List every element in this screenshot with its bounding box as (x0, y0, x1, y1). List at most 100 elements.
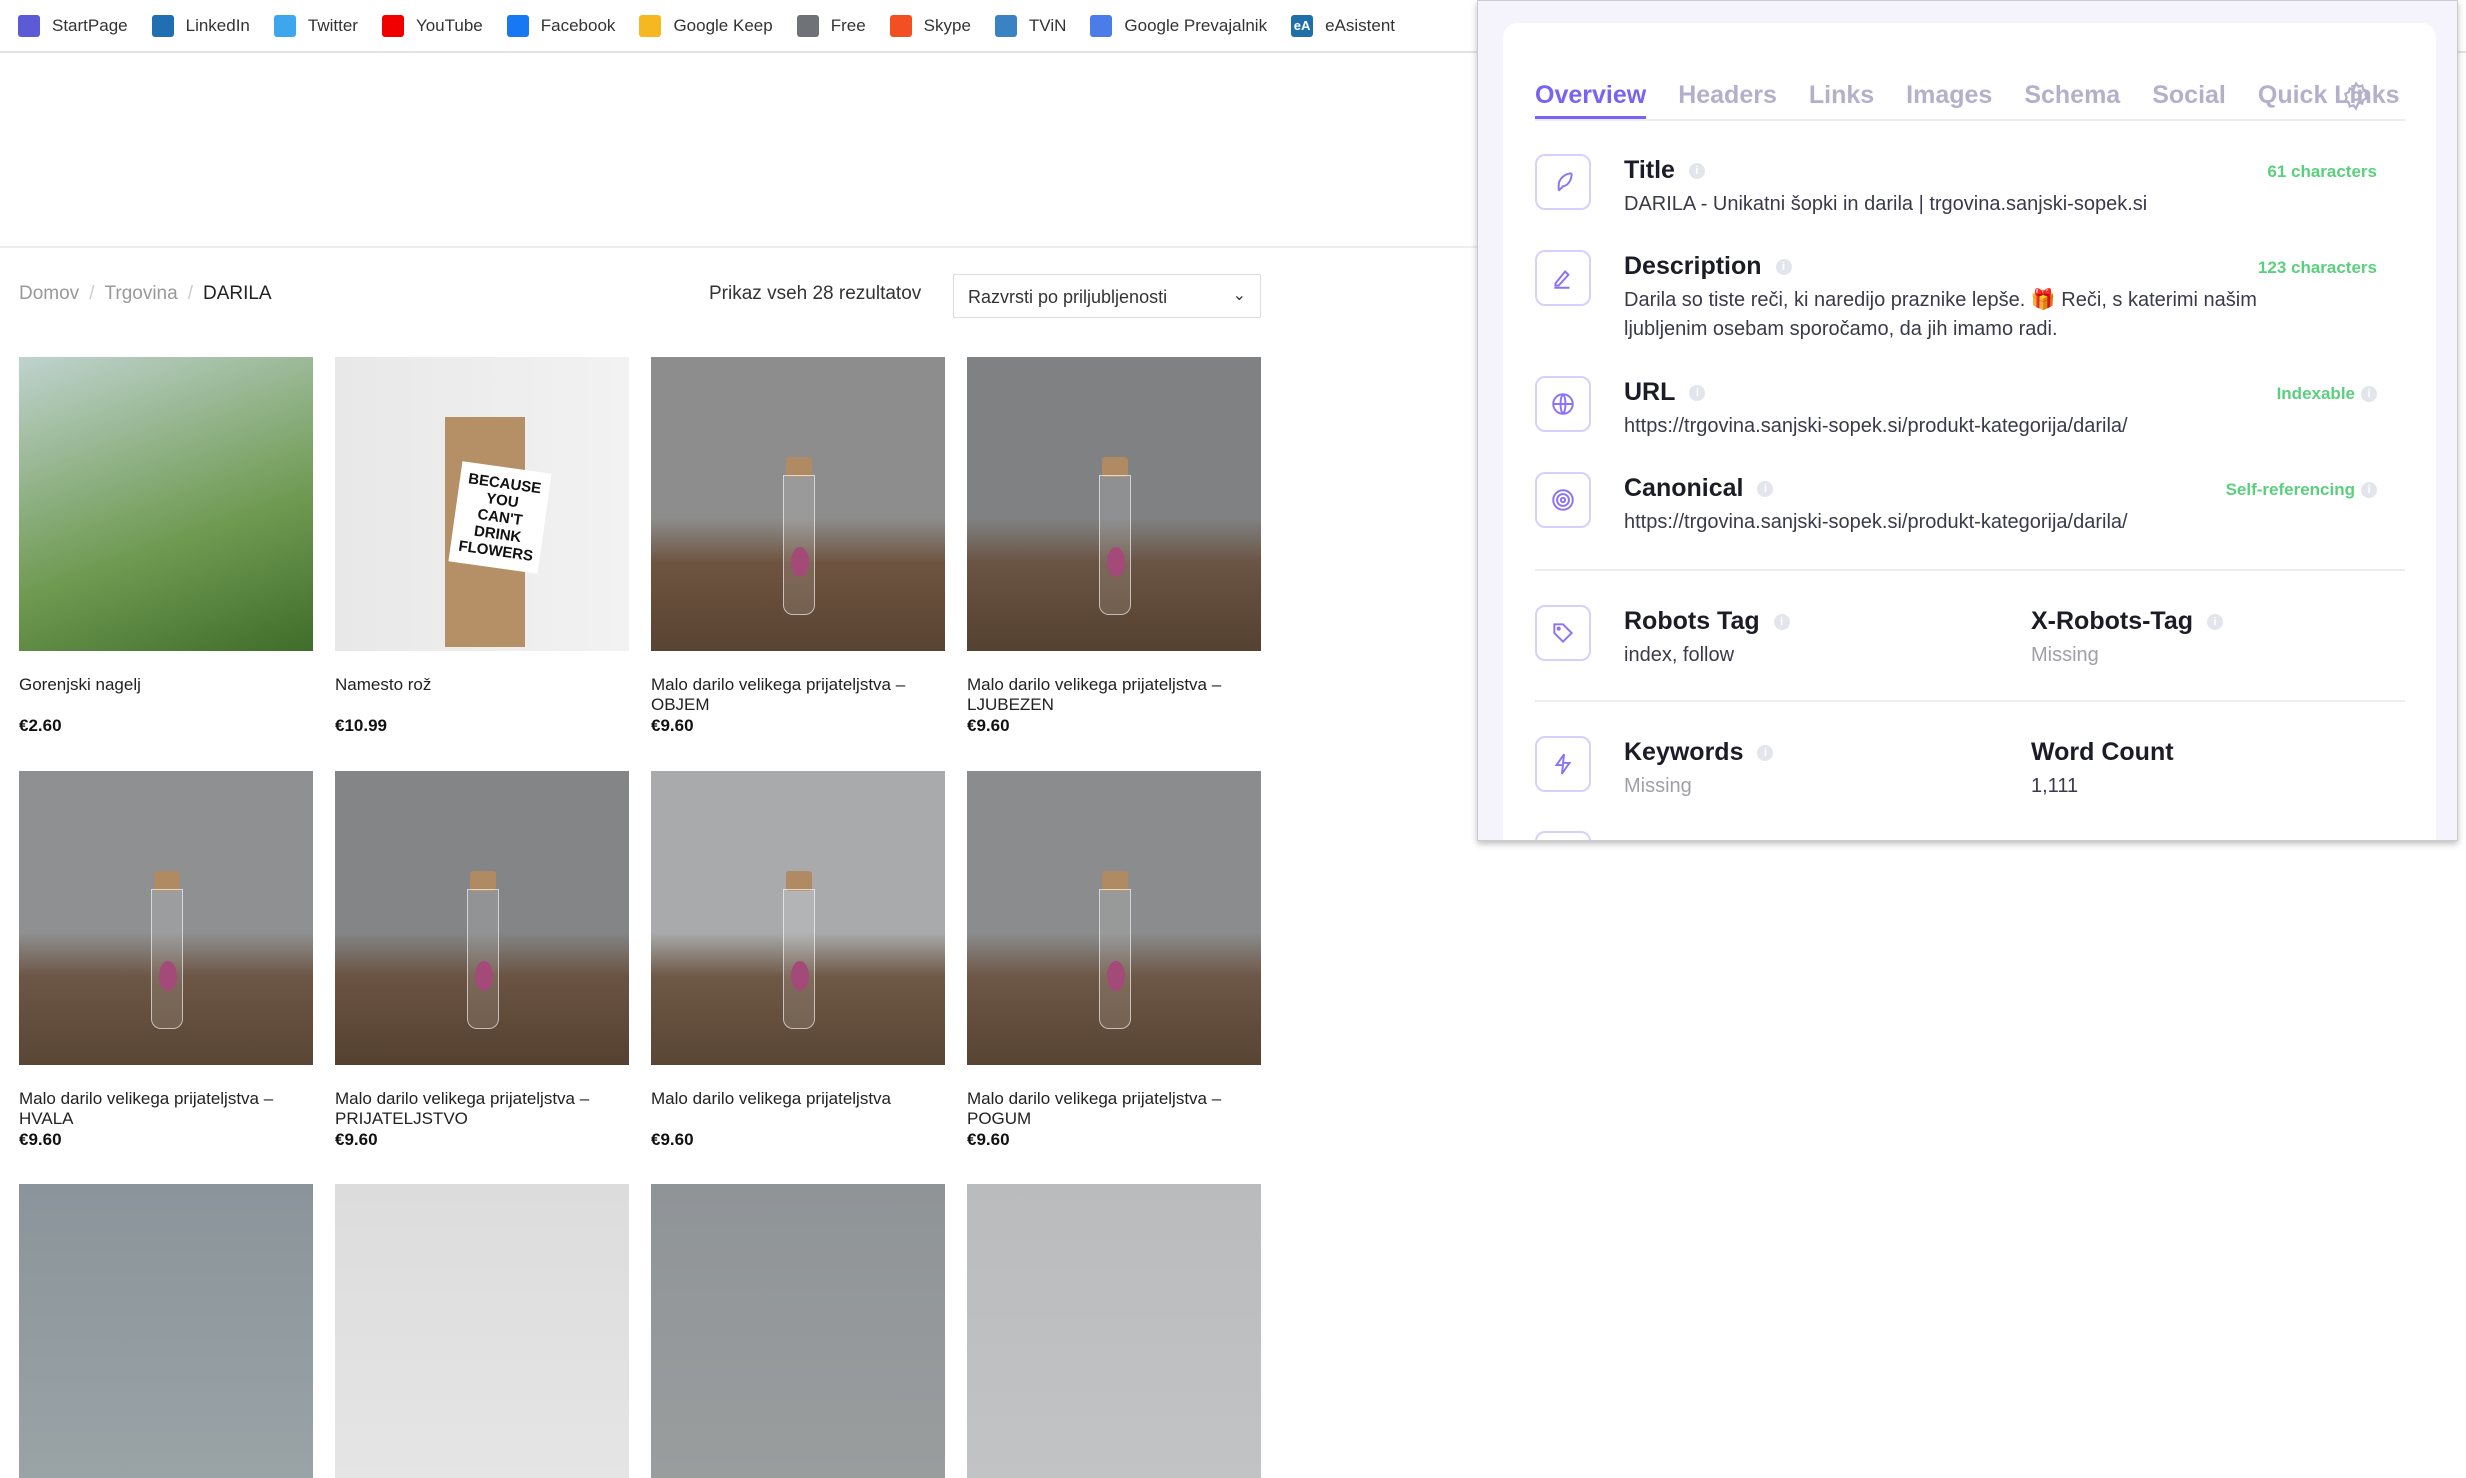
info-icon[interactable]: i (1773, 613, 1790, 630)
bookmark-label: LinkedIn (185, 15, 250, 35)
youtube-icon (381, 14, 404, 37)
tab-overview[interactable]: Overview (1535, 81, 1647, 119)
tab-images[interactable]: Images (1906, 81, 1992, 119)
product-card[interactable]: Malo darilo velikega prijateljstva – LJU… (967, 357, 1261, 736)
bookmark-free[interactable]: Free (796, 14, 866, 37)
bookmark-label: eAsistent (1325, 15, 1396, 35)
tag-icon (1535, 605, 1591, 661)
results-count: Prikaz vseh 28 rezultatov (709, 283, 922, 304)
bookmark-startpage[interactable]: StartPage (18, 14, 128, 37)
product-image[interactable]: BECAUSE YOU CAN'T DRINK FLOWERS (335, 357, 629, 651)
gear-icon[interactable] (2341, 81, 2371, 111)
word-count-value: 1,111 (2031, 775, 2079, 797)
product-card[interactable]: Malo darilo velikega prijateljstva – HVA… (19, 771, 313, 1150)
product-price: €2.60 (19, 716, 62, 735)
info-icon[interactable]: i (1689, 384, 1706, 401)
product-price: €9.60 (19, 1130, 62, 1149)
product-image-text: BECAUSE YOU CAN'T DRINK FLOWERS (448, 461, 552, 574)
folder-icon (796, 14, 819, 37)
description-label: Description (1624, 252, 1762, 280)
product-card[interactable]: BECAUSE YOU CAN'T DRINK FLOWERS Namesto r… (335, 357, 629, 736)
feather-icon (1535, 154, 1591, 210)
product-name[interactable]: Malo darilo velikega prijateljstva – LJU… (967, 675, 1261, 716)
product-image[interactable] (19, 357, 313, 651)
product-card[interactable]: Gorenjski nagelj €2.60 (19, 357, 313, 736)
bookmark-google-keep[interactable]: Google Keep (639, 14, 773, 37)
sort-select[interactable]: Razvrsti po priljubljenosti ⌄ (953, 274, 1261, 318)
product-name[interactable]: Malo darilo velikega prijateljstva – PRI… (335, 1089, 629, 1130)
bookmark-label: StartPage (52, 15, 128, 35)
twitter-icon (273, 14, 296, 37)
divider (0, 246, 1477, 248)
row-icon (1535, 831, 1591, 840)
tab-quick-links[interactable]: Quick Links (2258, 81, 2400, 119)
canonical-label: Canonical (1624, 474, 1744, 502)
tab-social[interactable]: Social (2152, 81, 2226, 119)
product-image[interactable] (967, 357, 1261, 651)
bookmark-label: Google Keep (673, 15, 773, 35)
title-label: Title (1624, 156, 1675, 184)
product-image[interactable] (335, 771, 629, 1065)
product-image[interactable] (651, 357, 945, 651)
product-name[interactable]: Malo darilo velikega prijateljstva – POG… (967, 1089, 1261, 1130)
bookmark-label: TViN (1028, 15, 1067, 35)
indexable-badge: Indexable (2276, 384, 2355, 403)
bookmark-label: Free (830, 15, 866, 35)
title-length-badge: 61 characters (2267, 162, 2377, 181)
product-name[interactable]: Namesto rož (335, 675, 629, 716)
product-card[interactable]: Malo darilo velikega prijateljstva – PRI… (335, 771, 629, 1150)
info-icon[interactable]: i (2207, 613, 2224, 630)
info-icon[interactable]: i (2361, 482, 2377, 498)
info-icon[interactable]: i (2361, 386, 2377, 402)
easistent-icon: eA (1291, 14, 1314, 37)
bookmark-youtube[interactable]: YouTube (381, 14, 483, 37)
bookmark-linkedin[interactable]: LinkedIn (151, 14, 250, 37)
product-price: €10.99 (335, 716, 387, 735)
info-icon[interactable]: i (1757, 744, 1774, 761)
x-robots-value: Missing (2031, 644, 2099, 666)
description-value: Darila so tiste reči, ki naredijo prazni… (1624, 289, 2257, 340)
title-value: DARILA - Unikatni šopki in darila | trgo… (1624, 193, 2148, 215)
product-image[interactable] (19, 771, 313, 1065)
tab-schema[interactable]: Schema (2024, 81, 2120, 119)
product-image[interactable] (967, 771, 1261, 1065)
product-name[interactable]: Malo darilo velikega prijateljstva (651, 1089, 945, 1130)
canonical-value: https://trgovina.sanjski-sopek.si/produk… (1624, 511, 2128, 533)
bookmark-facebook[interactable]: Facebook (506, 14, 615, 37)
bookmark-label: YouTube (415, 15, 483, 35)
info-icon[interactable]: i (1688, 162, 1705, 179)
bookmark-easistent[interactable]: eA eAsistent (1291, 14, 1396, 37)
product-name[interactable]: Malo darilo velikega prijateljstva – OBJ… (651, 675, 945, 716)
pencil-icon (1535, 250, 1591, 306)
product-card[interactable]: Malo darilo velikega prijateljstva – OBJ… (651, 357, 945, 736)
breadcrumb-shop[interactable]: Trgovina (104, 283, 177, 304)
url-value: https://trgovina.sanjski-sopek.si/produk… (1624, 415, 2128, 437)
url-label: URL (1624, 378, 1676, 406)
globe-icon (1535, 376, 1591, 432)
bookmark-google-prevajalnik[interactable]: Google Prevajalnik (1090, 14, 1267, 37)
product-price: €9.60 (651, 1130, 694, 1149)
tab-links[interactable]: Links (1809, 81, 1874, 119)
bookmark-tvin[interactable]: TViN (994, 14, 1067, 37)
x-robots-label: X-Robots-Tag (2031, 607, 2194, 635)
product-card[interactable]: Malo darilo velikega prijateljstva €9.60 (651, 771, 945, 1150)
chevron-down-icon: ⌄ (1232, 287, 1246, 304)
keywords-label: Keywords (1624, 738, 1744, 766)
product-name[interactable]: Gorenjski nagelj (19, 675, 313, 716)
breadcrumb-home[interactable]: Domov (19, 283, 79, 304)
info-icon[interactable]: i (1775, 258, 1792, 275)
microsoft-icon (889, 14, 912, 37)
bookmark-twitter[interactable]: Twitter (273, 14, 358, 37)
info-icon[interactable]: i (1757, 480, 1774, 497)
product-price: €9.60 (967, 1130, 1010, 1149)
product-image[interactable] (651, 771, 945, 1065)
sort-selected: Razvrsti po priljubljenosti (968, 287, 1168, 307)
product-price: €9.60 (651, 716, 694, 735)
breadcrumb-current: DARILA (202, 283, 272, 304)
product-price: €9.60 (967, 716, 1010, 735)
product-card[interactable]: Malo darilo velikega prijateljstva – POG… (967, 771, 1261, 1150)
product-name[interactable]: Malo darilo velikega prijateljstva – HVA… (19, 1089, 313, 1130)
bookmark-skype[interactable]: Skype (889, 14, 971, 37)
tab-headers[interactable]: Headers (1678, 81, 1777, 119)
breadcrumb: Domov / Trgovina / DARILA (19, 283, 272, 304)
